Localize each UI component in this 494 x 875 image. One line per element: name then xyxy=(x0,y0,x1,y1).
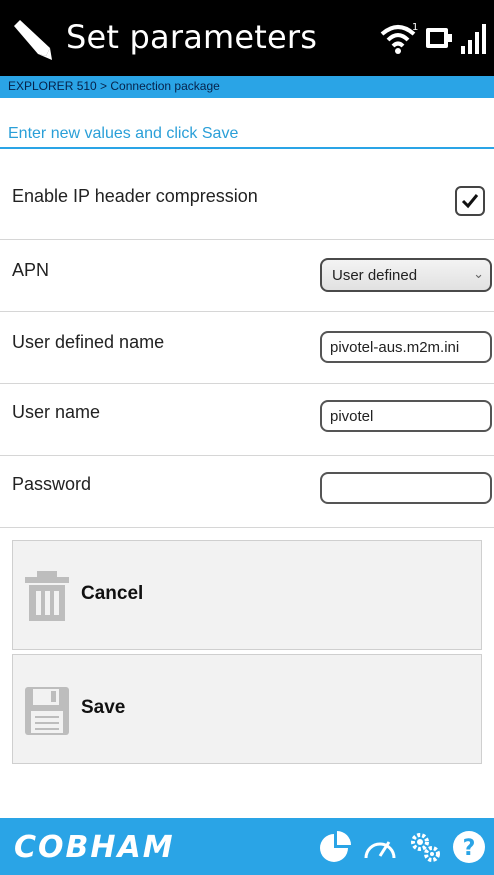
wifi-icon: 1 xyxy=(380,22,418,54)
signal-bars-icon xyxy=(461,24,486,54)
instructions-text: Enter new values and click Save xyxy=(8,125,239,142)
user-defined-name-input[interactable]: pivotel-aus.m2m.ini xyxy=(320,331,492,363)
save-button-label: Save xyxy=(81,697,126,718)
footer-nav: ? xyxy=(318,830,486,864)
user-name-value: pivotel xyxy=(330,408,374,425)
save-button[interactable]: Save xyxy=(12,654,482,764)
help-icon[interactable]: ? xyxy=(452,830,486,864)
password-label: Password xyxy=(12,474,92,494)
edit-pen-icon xyxy=(14,20,52,60)
cancel-button-label: Cancel xyxy=(81,583,144,604)
divider xyxy=(0,147,494,149)
user-defined-name-label: User defined name xyxy=(12,332,165,352)
wifi-superscript: 1 xyxy=(412,22,418,33)
user-name-label: User name xyxy=(12,402,101,422)
apn-select[interactable]: User defined ⌄ xyxy=(320,258,492,292)
cobham-logo: COBHAM xyxy=(14,830,175,865)
app-footer: COBHAM ? xyxy=(0,818,494,875)
breadcrumb: EXPLORER 510 > Connection package xyxy=(0,76,494,98)
app-header: Set parameters 1 xyxy=(0,0,494,76)
user-defined-name-value: pivotel-aus.m2m.ini xyxy=(330,339,460,356)
row-ip-compression: Enable IP header compression xyxy=(0,168,494,240)
apn-selected-value: User defined xyxy=(332,267,418,284)
ip-compression-checkbox[interactable] xyxy=(455,186,485,216)
status-icons: 1 xyxy=(378,16,488,60)
password-input[interactable] xyxy=(320,472,492,504)
cancel-button[interactable]: Cancel xyxy=(12,540,482,650)
page-title: Set parameters xyxy=(66,18,318,56)
battery-icon xyxy=(426,28,452,48)
user-name-input[interactable]: pivotel xyxy=(320,400,492,432)
apn-label: APN xyxy=(12,260,50,280)
chevron-down-icon: ⌄ xyxy=(473,266,484,281)
checkmark-icon xyxy=(461,194,479,209)
settings-gears-icon[interactable] xyxy=(408,830,442,864)
svg-text:?: ? xyxy=(463,836,476,861)
pie-chart-icon[interactable] xyxy=(318,830,352,864)
trash-icon xyxy=(25,571,69,621)
floppy-disk-icon xyxy=(25,687,69,735)
speedometer-icon[interactable] xyxy=(362,830,398,864)
breadcrumb-text: EXPLORER 510 > Connection package xyxy=(8,79,220,93)
ip-compression-label: Enable IP header compression xyxy=(12,186,258,206)
